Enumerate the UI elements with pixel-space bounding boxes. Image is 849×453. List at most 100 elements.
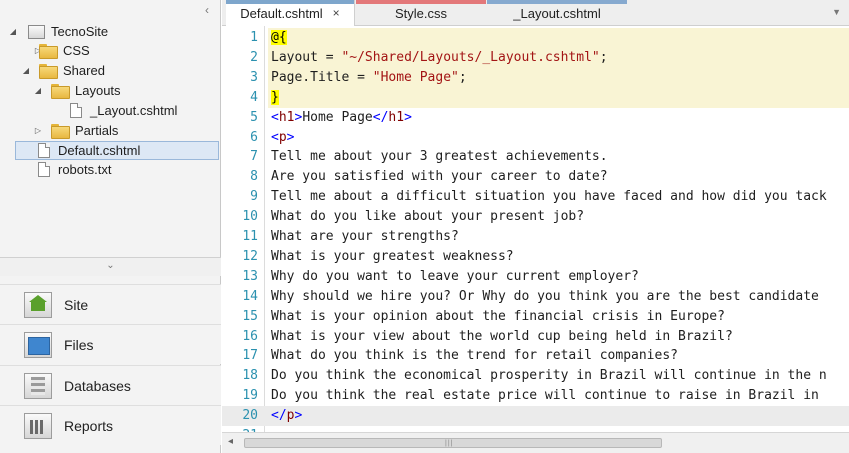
pane-splitter[interactable]: ⌄ (0, 257, 221, 276)
code-line[interactable]: 12 What is your greatest weakness? (222, 247, 849, 267)
expander-expanded-icon[interactable]: ◢ (33, 86, 43, 95)
code-line[interactable]: 9 Tell me about a difficult situation you… (222, 187, 849, 207)
line-text: What is your view about the world cup be… (271, 328, 733, 344)
tab-color-bar (356, 0, 486, 4)
tree-node-partials[interactable]: ▷ Partials (33, 121, 118, 140)
code-line[interactable]: 18 Do you think the economical prosperity… (222, 366, 849, 386)
tree-node-shared[interactable]: ◢ Shared (21, 61, 105, 80)
file-icon (70, 103, 82, 118)
code-line[interactable]: 5 <h1>Home Page</h1> (222, 108, 849, 128)
line-text: Page.Title = "Home Page"; (268, 67, 849, 88)
line-text: <h1>Home Page</h1> (271, 109, 412, 125)
tab-color-bar (226, 0, 354, 4)
databases-icon (24, 372, 52, 399)
line-text: What do you like about your present job? (271, 209, 585, 225)
tree-node-label: CSS (63, 43, 90, 58)
folder-icon (39, 64, 58, 79)
line-number: 7 (250, 149, 258, 165)
code-line[interactable]: 14 Why should we hire you? Or Why do you … (222, 287, 849, 307)
code-line[interactable]: 16 What is your view about the world cup … (222, 327, 849, 347)
line-number: 12 (242, 248, 258, 264)
code-line[interactable]: 19 Do you think the real estate price wil… (222, 386, 849, 406)
line-text: Are you satisfied with your career to da… (271, 169, 608, 185)
line-number: 9 (250, 189, 258, 205)
tab-label: Style.css (394, 5, 447, 21)
horizontal-scrollbar[interactable]: ◂ ||| (222, 432, 849, 453)
tree-node-label: robots.txt (58, 162, 112, 177)
collapse-pane-icon[interactable]: ‹ (205, 3, 209, 17)
line-number: 6 (250, 129, 258, 145)
line-number: 14 (242, 288, 258, 304)
file-explorer-pane: ‹ ◢ TecnoSite ▷ CSS ◢ Shared ◢ Layouts _… (0, 0, 221, 453)
folder-icon (51, 124, 70, 139)
tree-node-tecnosite[interactable]: ◢ TecnoSite (8, 22, 108, 41)
tree-node-label: Shared (63, 63, 105, 78)
chevron-down-icon[interactable]: ⌄ (106, 260, 114, 271)
line-number: 5 (250, 109, 258, 125)
nav-label: Files (64, 336, 94, 353)
line-text: Why do you want to leave your current em… (271, 268, 639, 284)
tree-node-layout-file[interactable]: _Layout.cshtml (67, 101, 177, 120)
line-number: 18 (242, 368, 258, 384)
tree-node-layouts[interactable]: ◢ Layouts (33, 81, 121, 100)
tree-node-label: Default.cshtml (58, 143, 141, 158)
line-number: 4 (250, 89, 258, 105)
line-number: 13 (242, 268, 258, 284)
code-line[interactable]: 6 <p> (222, 128, 849, 148)
line-text: <p> (271, 129, 295, 145)
tree-node-robots-file[interactable]: robots.txt (35, 160, 111, 179)
line-number: 8 (250, 169, 258, 185)
line-number: 2 (250, 49, 258, 65)
tree-node-css[interactable]: ▷ CSS (33, 41, 90, 60)
code-line[interactable]: 13 Why do you want to leave your current … (222, 267, 849, 287)
scroll-left-icon[interactable]: ◂ (228, 436, 233, 447)
code-line[interactable]: 7 Tell me about your 3 greatest achieveme… (222, 147, 849, 167)
line-text: Tell me about a difficult situation you … (271, 189, 827, 205)
files-icon (24, 331, 52, 358)
code-line[interactable]: 17 What do you think is the trend for ret… (222, 346, 849, 366)
tab-list-dropdown-icon[interactable]: ▼ (832, 7, 841, 17)
line-text: Tell me about your 3 greatest achievemen… (271, 149, 608, 165)
tab-layout-cshtml[interactable]: _Layout.cshtml (487, 0, 627, 26)
code-line[interactable]: 2 Layout = "~/Shared/Layouts/_Layout.csht… (222, 47, 849, 68)
line-number: 10 (242, 209, 258, 225)
line-text: Do you think the economical prosperity i… (271, 368, 827, 384)
code-line[interactable]: 3 Page.Title = "Home Page"; (222, 67, 849, 88)
tab-color-bar (487, 0, 627, 4)
code-line[interactable]: 4} (222, 87, 849, 108)
grip-icon: ||| (445, 440, 454, 447)
tab-style-css[interactable]: Style.css (356, 0, 486, 26)
code-line[interactable]: 11 What are your strengths? (222, 227, 849, 247)
site-home-icon (24, 291, 52, 318)
code-line[interactable]: 8 Are you satisfied with your career to d… (222, 167, 849, 187)
code-line[interactable]: 20 </p> (222, 406, 849, 427)
nav-button-reports[interactable]: Reports (0, 405, 221, 445)
nav-label: Site (64, 296, 89, 313)
code-line[interactable]: 10 What do you like about your present jo… (222, 207, 849, 227)
code-line[interactable]: 15 What is your opinion about the financi… (222, 307, 849, 327)
line-text: What is your opinion about the financial… (271, 308, 725, 324)
line-text: @{ (268, 28, 849, 48)
expander-expanded-icon[interactable]: ◢ (21, 66, 31, 75)
code-area[interactable]: 1 @{2 Layout = "~/Shared/Layouts/_Layout.c… (222, 26, 849, 432)
code-line[interactable]: 1 @{ (222, 28, 849, 48)
site-icon (28, 24, 45, 39)
nav-label: Reports (64, 417, 114, 434)
line-number: 3 (250, 69, 258, 85)
tree-node-default-file[interactable]: Default.cshtml (35, 141, 140, 160)
folder-icon (51, 84, 70, 99)
nav-button-databases[interactable]: Databases (0, 365, 221, 405)
scrollbar-thumb[interactable]: ||| (244, 438, 662, 448)
expander-expanded-icon[interactable]: ◢ (8, 27, 18, 36)
line-number: 15 (242, 308, 258, 324)
close-icon[interactable]: × (333, 6, 340, 20)
nav-button-site[interactable]: Site (0, 284, 221, 324)
line-text: Do you think the real estate price will … (271, 388, 819, 404)
tab-default-cshtml[interactable]: Default.cshtml × (226, 0, 355, 26)
tree-node-label: Partials (75, 123, 119, 138)
expander-collapsed-icon[interactable]: ▷ (33, 126, 43, 135)
line-number: 19 (242, 388, 258, 404)
tree-node-label: _Layout.cshtml (90, 103, 178, 118)
nav-button-files[interactable]: Files (0, 324, 221, 364)
line-number: 20 (242, 408, 258, 424)
